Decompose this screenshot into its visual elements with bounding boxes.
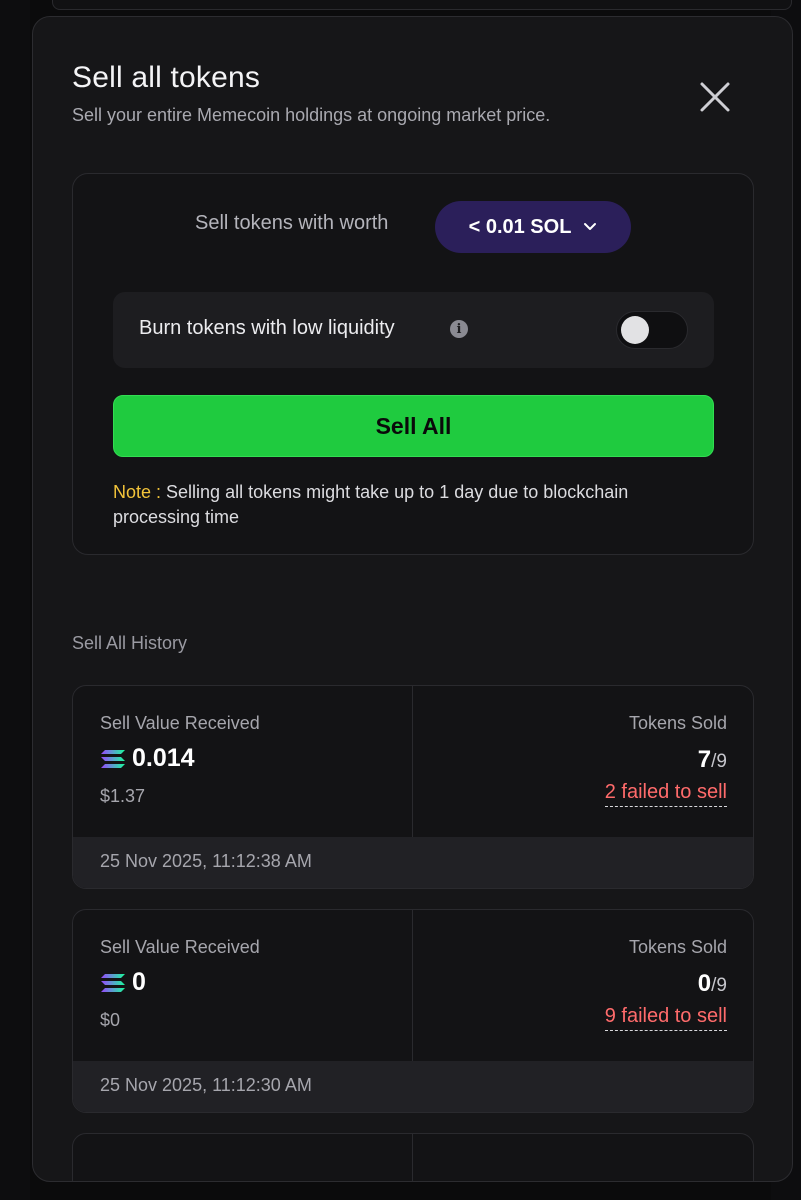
- sell-settings-card: Sell tokens with worth < 0.01 SOL Burn t…: [72, 173, 754, 555]
- note-text: Note : Selling all tokens might take up …: [113, 480, 713, 530]
- info-icon[interactable]: i: [450, 320, 468, 338]
- sell-value-amount: 0: [132, 968, 146, 996]
- history-timestamp: 25 Nov 2025, 11:12:38 AM: [100, 851, 312, 871]
- burn-toggle[interactable]: [616, 311, 688, 349]
- burn-label: Burn tokens with low liquidity: [139, 317, 395, 339]
- tokens-sold-number: 7: [697, 746, 712, 773]
- history-card-footer: 25 Nov 2025, 11:12:38 AM: [73, 837, 753, 888]
- close-icon: [700, 82, 730, 112]
- history-card-partial: [72, 1133, 754, 1181]
- sell-all-button[interactable]: Sell All: [113, 395, 714, 457]
- solana-icon: [101, 749, 125, 768]
- tokens-sold-label: Tokens Sold: [628, 713, 727, 733]
- worth-label: Sell tokens with worth: [195, 212, 389, 234]
- history-card-footer: 25 Nov 2025, 11:12:30 AM: [73, 1061, 753, 1112]
- toggle-knob: [621, 316, 649, 344]
- tokens-sold-count: 0/9: [698, 970, 727, 998]
- background-page-left: [0, 0, 30, 1200]
- tokens-total-number: 9: [716, 975, 727, 996]
- sell-all-modal: Sell all tokens Sell your entire Memecoi…: [32, 16, 793, 1182]
- sell-value-row: 0: [100, 968, 146, 997]
- history-card: Sell Value Received 0 $0 Tokens Sold 0/9…: [72, 909, 754, 1113]
- card-divider: [412, 686, 413, 837]
- solana-icon: [101, 973, 125, 992]
- sell-value-amount: 0.014: [132, 744, 195, 772]
- note-prefix: Note :: [113, 482, 162, 502]
- close-button[interactable]: [697, 79, 733, 115]
- card-divider: [412, 910, 413, 1061]
- history-title: Sell All History: [72, 633, 188, 653]
- failed-to-sell-link[interactable]: 2 failed to sell: [604, 781, 727, 807]
- sell-value-label: Sell Value Received: [100, 713, 260, 733]
- note-body: Selling all tokens might take up to 1 da…: [113, 482, 629, 527]
- chevron-down-icon: [584, 223, 597, 230]
- background-search-bar: [52, 0, 792, 10]
- history-card: Sell Value Received 0.014 $1.37 Tokens S…: [72, 685, 754, 889]
- tokens-sold-label: Tokens Sold: [628, 937, 727, 957]
- tokens-sold-count: 7/9: [698, 746, 727, 774]
- burn-low-liquidity-row: Burn tokens with low liquidity i: [113, 292, 714, 368]
- worth-threshold-select[interactable]: < 0.01 SOL: [435, 201, 631, 253]
- sell-value-usd: $1.37: [100, 786, 146, 806]
- worth-selected-value: < 0.01 SOL: [468, 215, 572, 238]
- sell-value-row: 0.014: [100, 744, 195, 773]
- sell-value-usd: $0: [100, 1010, 121, 1030]
- card-divider: [412, 1134, 413, 1181]
- tokens-sold-number: 0: [697, 970, 712, 997]
- failed-to-sell-link[interactable]: 9 failed to sell: [604, 1005, 727, 1031]
- tokens-total-number: 9: [716, 751, 727, 772]
- sell-value-label: Sell Value Received: [100, 937, 260, 957]
- modal-subtitle: Sell your entire Memecoin holdings at on…: [72, 105, 551, 125]
- modal-title: Sell all tokens: [72, 61, 261, 94]
- history-timestamp: 25 Nov 2025, 11:12:30 AM: [100, 1075, 312, 1095]
